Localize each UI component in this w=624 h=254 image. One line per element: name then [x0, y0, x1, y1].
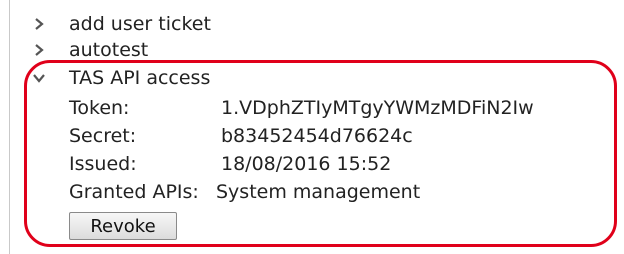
panel-left-border: [9, 0, 10, 254]
chevron-right-icon[interactable]: [32, 36, 46, 64]
tree-item-label[interactable]: autotest: [69, 36, 148, 64]
chevron-down-icon[interactable]: [32, 64, 46, 92]
granted-apis-value: System management: [216, 181, 421, 203]
issued-value: 18/08/2016 15:52: [221, 153, 392, 175]
issued-label: Issued:: [69, 153, 137, 175]
token-label: Token:: [69, 97, 130, 119]
chevron-right-icon[interactable]: [32, 10, 46, 38]
tree-item-label[interactable]: add user ticket: [69, 10, 211, 38]
granted-apis-label: Granted APIs:: [69, 181, 199, 203]
secret-value: b83452454d76624c: [221, 125, 413, 147]
token-value: 1.VDphZTIyMTgyYWMzMDFiN2Iw: [221, 97, 534, 119]
revoke-button[interactable]: Revoke: [69, 212, 177, 240]
secret-label: Secret:: [69, 125, 137, 147]
tree-item-label[interactable]: TAS API access: [69, 64, 210, 92]
